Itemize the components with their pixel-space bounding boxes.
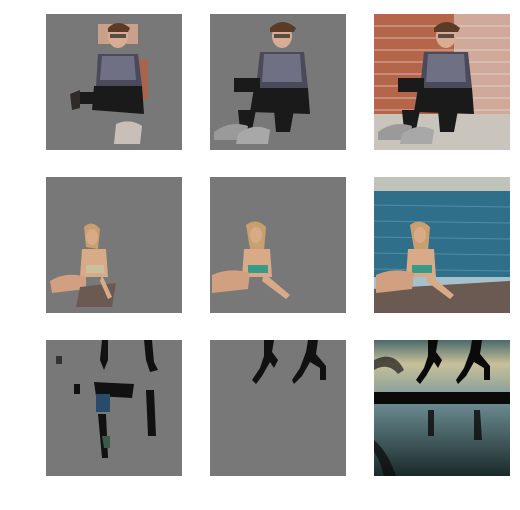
man-coarse-mask-image: [46, 14, 182, 150]
woman-original-photo: [374, 177, 510, 313]
runners-coarse-mask-image: [46, 340, 182, 476]
man-refined-mask-image: [210, 14, 346, 150]
runners-refined-mask-image: [210, 340, 346, 476]
woman-coarse-mask-image: [46, 177, 182, 313]
segmentation-results-grid: [0, 0, 520, 510]
woman-refined-mask-image: [210, 177, 346, 313]
runners-original-photo: [374, 340, 510, 476]
man-original-photo: [374, 14, 510, 150]
